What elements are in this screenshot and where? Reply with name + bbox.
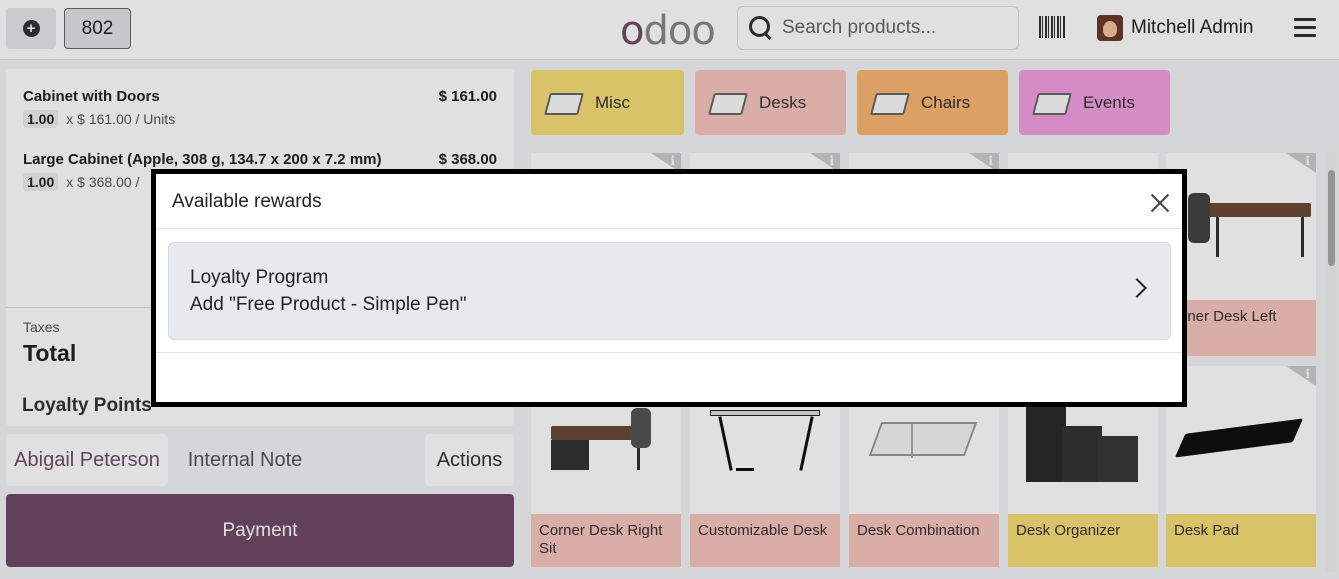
dialog-divider (156, 228, 1182, 229)
reward-description: Add "Free Product - Simple Pen" (190, 294, 467, 315)
reward-option[interactable]: Loyalty Program Add "Free Product - Simp… (168, 242, 1171, 340)
dialog-title: Available rewards (172, 191, 322, 212)
chevron-right-icon (1127, 278, 1147, 298)
reward-program: Loyalty Program (190, 267, 329, 288)
dialog-divider (156, 352, 1182, 353)
rewards-dialog: Available rewards Loyalty Program Add "F… (151, 169, 1187, 407)
close-icon[interactable] (1149, 192, 1171, 214)
